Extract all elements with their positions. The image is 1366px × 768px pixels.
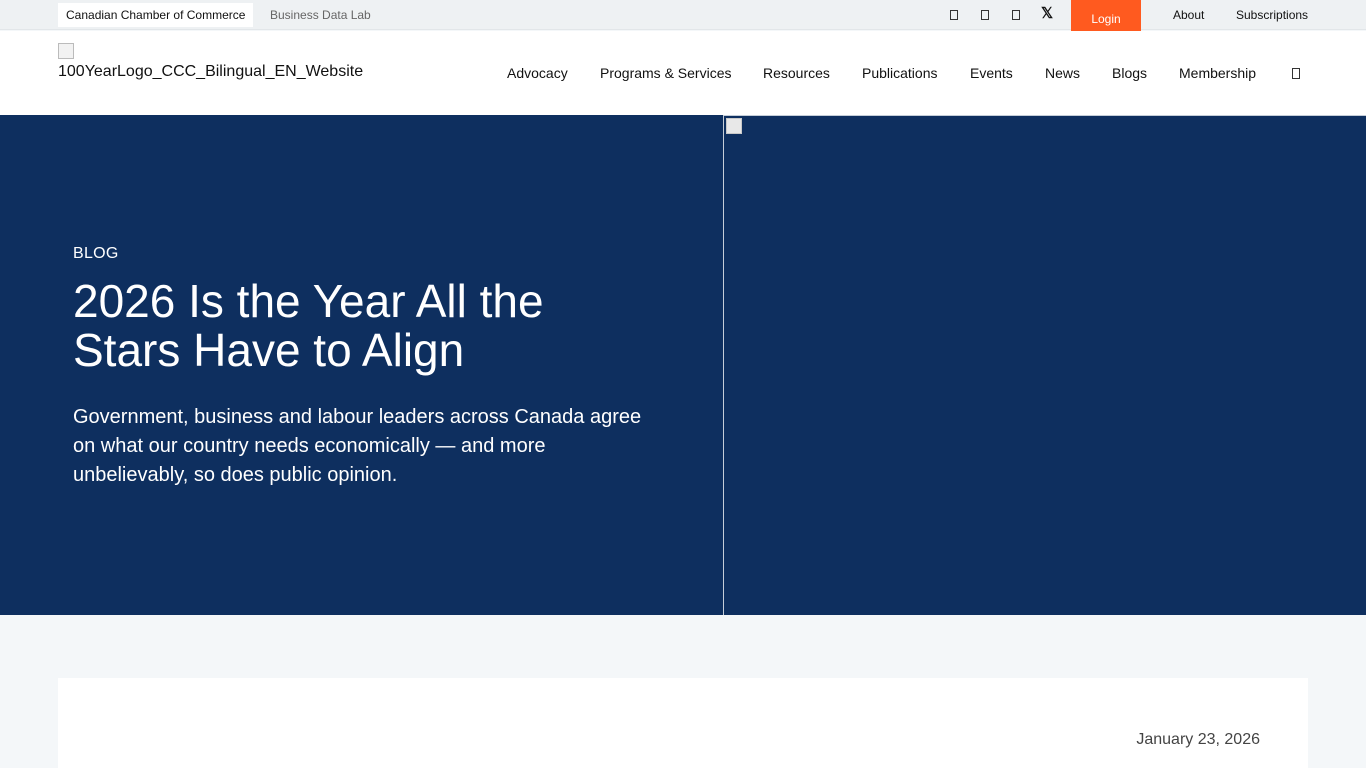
nav-resources[interactable]: Resources <box>763 65 830 81</box>
tab-canadian-chamber[interactable]: Canadian Chamber of Commerce <box>58 3 254 27</box>
x-twitter-icon[interactable]: 𝕏 <box>1037 4 1057 24</box>
page-title: 2026 Is the Year All the Stars Have to A… <box>73 275 544 376</box>
subscriptions-link[interactable]: Subscriptions <box>1236 8 1308 22</box>
nav-events[interactable]: Events <box>970 65 1013 81</box>
hero-image-panel <box>723 115 1366 615</box>
broken-image-icon <box>726 118 742 134</box>
logo-alt-text[interactable]: 100YearLogo_CCC_Bilingual_EN_Website <box>58 63 363 81</box>
tab-business-data-lab[interactable]: Business Data Lab <box>262 3 379 27</box>
nav-membership[interactable]: Membership <box>1179 65 1256 81</box>
logo-image-placeholder[interactable] <box>58 43 74 59</box>
site-header: 100YearLogo_CCC_Bilingual_EN_Website Adv… <box>0 31 1366 115</box>
social-icon[interactable] <box>1006 4 1026 24</box>
nav-advocacy[interactable]: Advocacy <box>507 65 568 81</box>
social-icon[interactable] <box>975 4 995 24</box>
nav-blogs[interactable]: Blogs <box>1112 65 1147 81</box>
nav-news[interactable]: News <box>1045 65 1080 81</box>
article-card: January 23, 2026 <box>58 678 1308 768</box>
nav-publications[interactable]: Publications <box>862 65 938 81</box>
hero-text-panel: BLOG 2026 Is the Year All the Stars Have… <box>0 115 723 615</box>
about-link[interactable]: About <box>1173 8 1204 22</box>
search-icon[interactable] <box>1292 65 1304 80</box>
utility-bar: Canadian Chamber of Commerce Business Da… <box>0 0 1366 30</box>
nav-programs-services[interactable]: Programs & Services <box>600 65 731 81</box>
article-date: January 23, 2026 <box>1136 731 1260 748</box>
social-icon[interactable] <box>944 4 964 24</box>
hero-category-label: BLOG <box>73 245 119 262</box>
hero-subtitle: Government, business and labour leaders … <box>73 406 642 486</box>
